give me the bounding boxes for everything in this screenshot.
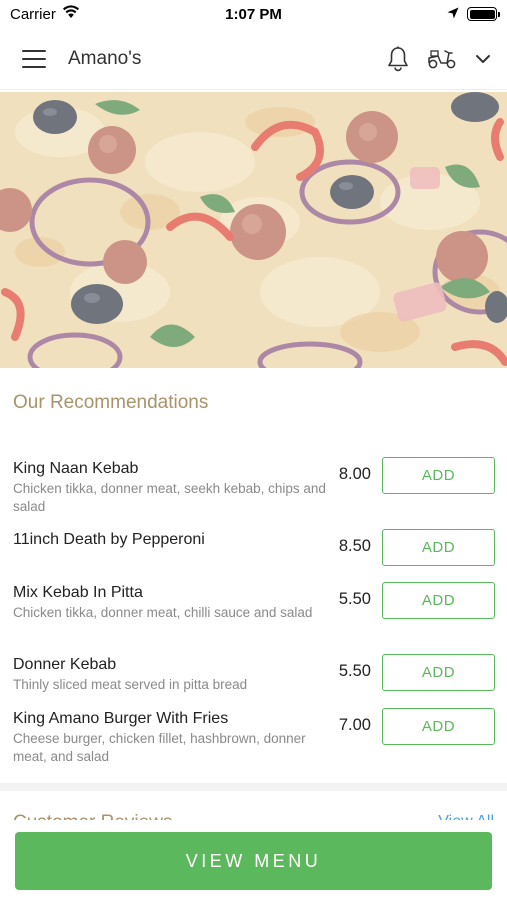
scooter-icon[interactable] bbox=[427, 48, 457, 70]
item-description: Cheese burger, chicken fillet, hashbrown… bbox=[13, 731, 306, 764]
item-description: Chicken tikka, donner meat, chilli sauce… bbox=[13, 605, 313, 620]
nav-bar: Amano's bbox=[0, 28, 507, 90]
page-title: Amano's bbox=[68, 47, 142, 69]
wifi-icon bbox=[62, 5, 80, 23]
location-arrow-icon bbox=[447, 6, 459, 23]
item-name: 11inch Death by Pepperoni bbox=[13, 531, 205, 548]
section-divider bbox=[0, 783, 507, 791]
item-description: Thinly sliced meat served in pitta bread bbox=[13, 677, 248, 692]
item-name: King Amano Burger With Fries bbox=[13, 710, 229, 727]
item-price: 5.50 bbox=[338, 590, 371, 608]
hero-overlay bbox=[0, 92, 507, 368]
chevron-down-icon[interactable] bbox=[475, 53, 491, 65]
add-button[interactable]: ADD bbox=[382, 529, 495, 566]
item-description: Chicken tikka, donner meat, seekh kebab,… bbox=[13, 481, 326, 514]
status-right bbox=[447, 6, 500, 23]
item-price: 7.00 bbox=[338, 716, 371, 734]
item-price: 8.50 bbox=[338, 537, 371, 555]
item-price: 8.00 bbox=[338, 465, 371, 483]
add-button[interactable]: ADD bbox=[382, 654, 495, 691]
hero-pizza-image bbox=[0, 92, 507, 368]
item-price: 5.50 bbox=[338, 662, 371, 680]
battery-fill bbox=[469, 9, 495, 19]
item-name: Mix Kebab In Pitta bbox=[13, 584, 143, 601]
add-button[interactable]: ADD bbox=[382, 708, 495, 745]
view-menu-button[interactable]: VIEW MENU bbox=[15, 832, 492, 890]
item-name: Donner Kebab bbox=[13, 656, 117, 673]
battery-icon bbox=[467, 7, 500, 21]
item-name: King Naan Kebab bbox=[13, 460, 139, 477]
bell-icon[interactable] bbox=[387, 46, 409, 72]
status-left: Carrier bbox=[10, 5, 80, 23]
add-button[interactable]: ADD bbox=[382, 457, 495, 494]
add-button[interactable]: ADD bbox=[382, 582, 495, 619]
carrier-label: Carrier bbox=[10, 5, 56, 23]
status-bar: Carrier 1:07 PM bbox=[0, 0, 507, 28]
nav-actions bbox=[387, 46, 491, 72]
recommendations-title: Our Recommendations bbox=[13, 392, 209, 413]
hamburger-menu-icon[interactable] bbox=[22, 49, 46, 68]
